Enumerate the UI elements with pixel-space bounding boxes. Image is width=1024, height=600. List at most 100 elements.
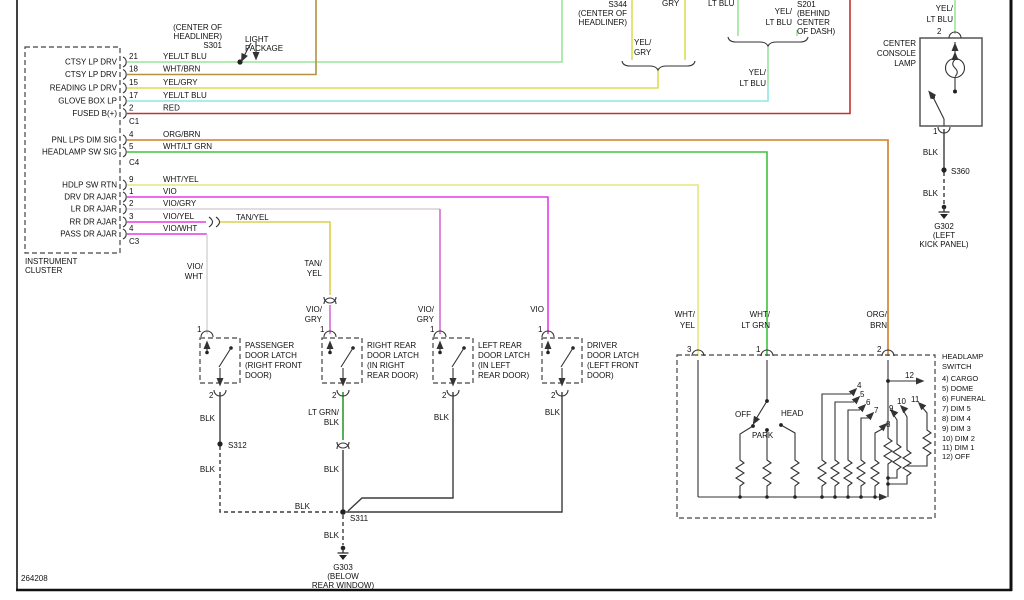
hls-tap-9: 9 [889, 404, 894, 413]
latch2-wire-bottom-1: LT GRN/ [308, 408, 340, 417]
latch1-blk-label: BLK [200, 414, 216, 423]
hls-tap-10: 10 [897, 397, 906, 406]
latch1-label-2: DOOR LATCH [245, 351, 297, 360]
s344-label-1: S344 [608, 0, 627, 9]
latch3-contact-dot [438, 351, 442, 355]
latch4-label-2: DOOR LATCH [587, 351, 639, 360]
s360-splice-dot [941, 167, 946, 172]
hls-legend-9: 11) DIM 1 [942, 443, 974, 452]
latch4-label-1: DRIVER [587, 341, 617, 350]
cluster-signal-1: CTSY LP DRV [65, 70, 118, 79]
console-title-2: CONSOLE [877, 49, 916, 58]
g303-label-1: G303 [333, 563, 353, 572]
cluster-signal-11: PASS DR AJAR [60, 230, 117, 239]
latch2-pin-1: 1 [320, 325, 325, 334]
cluster-pin-4: 2 [129, 104, 134, 113]
latch3-wire-top-2: GRY [417, 315, 435, 324]
s312-splice-dot [217, 441, 222, 446]
console-wire-label-2: LT BLU [927, 15, 954, 24]
hls-tap-4: 4 [857, 381, 862, 390]
cluster-wire-10: VIO/YEL [163, 212, 195, 221]
s301-label-2: HEADLINER) [174, 32, 223, 41]
hls-tap-6: 6 [866, 398, 871, 407]
latch1-label-4: DOOR) [245, 371, 272, 380]
page-background [0, 0, 1024, 600]
cluster-connector-c1: C1 [129, 117, 140, 126]
hls-legend-7: 9) DIM 3 [942, 424, 971, 433]
hls-pin-3: 3 [687, 345, 692, 354]
console-title-1: CENTER [883, 39, 916, 48]
latch1-contact-dot [205, 351, 209, 355]
latch2-contact-dot [328, 351, 332, 355]
hls-wire1-l1: WHT/ [675, 310, 696, 319]
cluster-signal-3: GLOVE BOX LP [58, 97, 117, 106]
hls-legend-2: 4) CARGO [942, 374, 978, 383]
cluster-pin-0: 21 [129, 52, 138, 61]
hls-legend-0: HEADLAMP [942, 352, 983, 361]
cluster-wire-3: YEL/LT BLU [163, 91, 207, 100]
join-wire-label-2: LT BLU [740, 79, 767, 88]
s301-label-1: (CENTER OF [173, 23, 222, 32]
lt-blu-wire-label: LT BLU [708, 0, 735, 8]
s344-label-2: (CENTER OF [578, 9, 627, 18]
latch2-label-2: DOOR LATCH [367, 351, 419, 360]
gry-wire-label: GRY [662, 0, 680, 8]
g302-label-2: (LEFT [933, 231, 955, 240]
cluster-signal-8: DRV DR AJAR [64, 193, 117, 202]
hls-tap-12: 12 [905, 371, 914, 380]
hls-tap-5: 5 [860, 390, 865, 399]
latch2-label-3: (IN RIGHT [367, 361, 405, 370]
s360-label: S360 [951, 167, 970, 176]
doc-number: 264208 [21, 574, 48, 583]
s201-label-1: S201 [797, 0, 816, 9]
s344-wire-label-1: YEL/ [634, 38, 652, 47]
latch3-wire-top-1: VIO/ [418, 305, 435, 314]
console-blk-upper: BLK [923, 148, 939, 157]
latch3-pin-2: 2 [442, 391, 447, 400]
s312-label: S312 [228, 441, 247, 450]
s312-blk-label: BLK [200, 465, 216, 474]
cluster-wire-6: WHT/LT GRN [163, 142, 212, 151]
latch2-label-1: RIGHT REAR [367, 341, 416, 350]
cluster-signal-6: HEADLAMP SW SIG [42, 148, 117, 157]
g302-label-1: G302 [934, 222, 954, 231]
cluster-pin-8: 1 [129, 187, 134, 196]
wiring-diagram-page: CTSY LP DRV CTSY LP DRV READING LP DRV G… [0, 0, 1024, 600]
latch2-wire-top-1: TAN/ [304, 259, 322, 268]
console-pin-1: 1 [933, 127, 938, 136]
latch1-pin-1: 1 [197, 325, 202, 334]
cluster-signal-9: LR DR AJAR [71, 205, 117, 214]
hls-tap-8: 8 [886, 420, 891, 429]
latch4-blk-label: BLK [545, 408, 561, 417]
latch2-pin-2: 2 [332, 391, 337, 400]
tan-yel-splice-label: TAN/YEL [236, 213, 269, 222]
cluster-pin-2: 15 [129, 78, 138, 87]
hls-legend-4: 6) FUNERAL [942, 394, 986, 403]
latch2-wire-bottom-2: BLK [324, 418, 340, 427]
latch4-contact-dot [546, 351, 550, 355]
s311-splice-dot [340, 509, 346, 515]
hls-pin-1: 1 [756, 345, 761, 354]
cluster-pin-3: 17 [129, 91, 138, 100]
cluster-wire-11: VIO/WHT [163, 224, 197, 233]
console-blk-lower: BLK [923, 189, 939, 198]
latch1-label-3: (RIGHT FRONT [245, 361, 302, 370]
latch2-label-4: REAR DOOR) [367, 371, 418, 380]
cluster-signal-0: CTSY LP DRV [65, 58, 118, 67]
latch2-wire-top-2: YEL [307, 269, 323, 278]
hls-wire3-l1: ORG/ [867, 310, 888, 319]
s344-label-3: HEADLINER) [579, 18, 628, 27]
console-title-3: LAMP [894, 59, 916, 68]
cluster-pin-10: 3 [129, 212, 134, 221]
cluster-connector-c4: C4 [129, 158, 140, 167]
s201-label-2: (BEHIND [797, 9, 830, 18]
latch1-wire-label-1: VIO/ [187, 262, 204, 271]
hls-legend-1: SWITCH [942, 362, 972, 371]
latch3-label-4: REAR DOOR) [478, 371, 529, 380]
latch3-label-3: (IN LEFT [478, 361, 511, 370]
light-package-label-1: LIGHT [245, 35, 269, 44]
cluster-pin-11: 4 [129, 224, 134, 233]
g303-label-2: (BELOW [327, 572, 359, 581]
join-wire-label-1: YEL/ [749, 68, 767, 77]
hls-head-label: HEAD [781, 409, 803, 418]
